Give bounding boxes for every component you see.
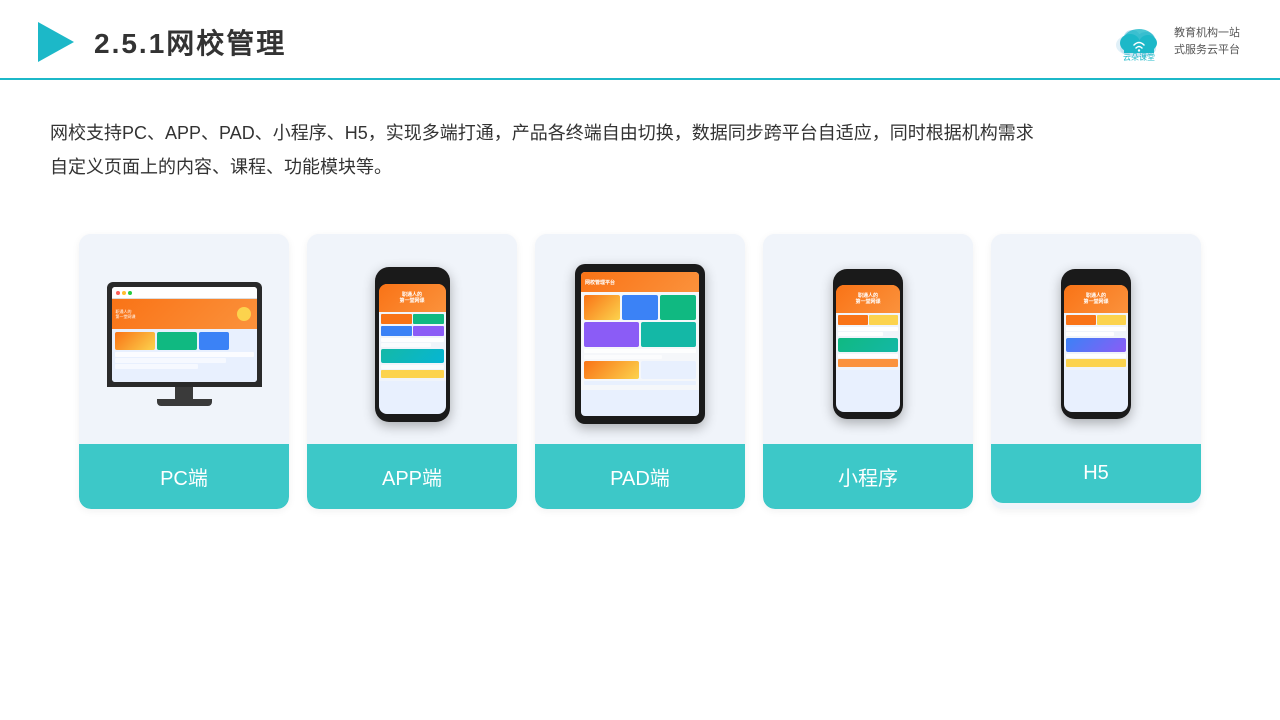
card-pc-image: 职通人的第一堂网课 — [79, 234, 289, 444]
card-app-label: APP端 — [307, 444, 517, 509]
card-miniprogram-label: 小程序 — [763, 444, 973, 509]
card-pad-image: 网校管理平台 — [535, 234, 745, 444]
pad-device-icon: 网校管理平台 — [575, 264, 705, 424]
h5-device-icon: 职通人的第一堂网课 — [1061, 269, 1131, 419]
app-device-icon: 职通人的第一堂网课 — [375, 267, 450, 422]
card-miniprogram-image: 职通人的第一堂网课 — [763, 234, 973, 444]
miniprogram-device-icon: 职通人的第一堂网课 — [833, 269, 903, 419]
card-h5: 职通人的第一堂网课 H5 — [991, 234, 1201, 509]
cloud-icon: 云朵课堂 — [1110, 23, 1168, 61]
logo-arrow-icon — [30, 18, 78, 66]
brand-logo: 云朵课堂 教育机构一站 式服务云平台 — [1110, 23, 1240, 61]
card-h5-label: H5 — [991, 444, 1201, 503]
pc-device-icon: 职通人的第一堂网课 — [107, 282, 262, 406]
card-pad-label: PAD端 — [535, 444, 745, 509]
header-left: 2.5.1网校管理 — [30, 18, 286, 66]
svg-text:云朵课堂: 云朵课堂 — [1123, 52, 1155, 61]
card-pc: 职通人的第一堂网课 — [79, 234, 289, 509]
page-header: 2.5.1网校管理 云朵课堂 — [0, 0, 1280, 80]
header-right: 云朵课堂 教育机构一站 式服务云平台 — [1110, 23, 1240, 61]
page-title: 2.5.1网校管理 — [94, 22, 286, 62]
card-app-image: 职通人的第一堂网课 — [307, 234, 517, 444]
platform-cards: 职通人的第一堂网课 — [0, 214, 1280, 539]
description-text: 网校支持PC、APP、PAD、小程序、H5，实现多端打通，产品各终端自由切换，数… — [0, 80, 1100, 204]
brand-slogan: 教育机构一站 式服务云平台 — [1174, 25, 1240, 58]
card-h5-image: 职通人的第一堂网课 — [991, 234, 1201, 444]
card-pad: 网校管理平台 — [535, 234, 745, 509]
card-pc-label: PC端 — [79, 444, 289, 509]
card-miniprogram: 职通人的第一堂网课 小程序 — [763, 234, 973, 509]
card-app: 职通人的第一堂网课 — [307, 234, 517, 509]
